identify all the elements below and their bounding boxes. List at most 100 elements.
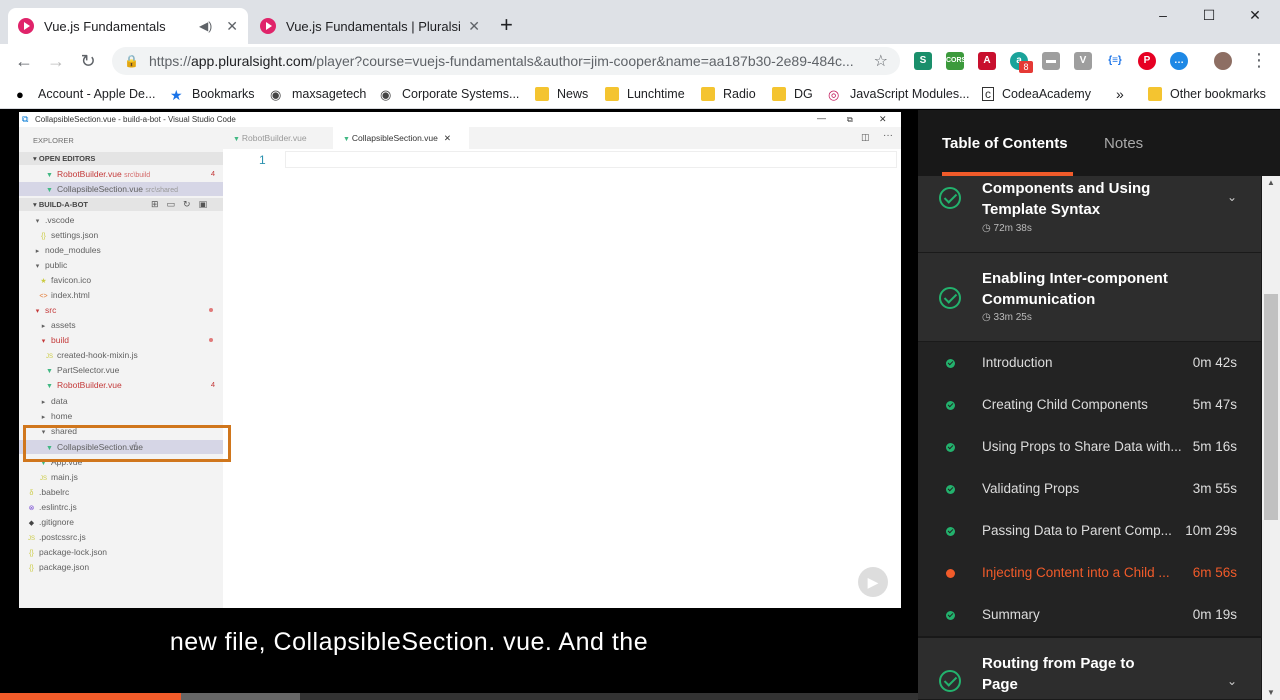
complete-check-icon: [946, 443, 955, 452]
scroll-up-icon[interactable]: ▲: [1267, 178, 1275, 187]
tree-item: ▾ src: [35, 305, 57, 315]
tab-table-of-contents[interactable]: Table of Contents: [942, 135, 1068, 152]
complete-check-icon: [946, 527, 955, 536]
new-tab-button[interactable]: +: [500, 12, 513, 38]
clock-icon: ◷: [982, 312, 994, 323]
clip-item[interactable]: Summary 0m 19s: [918, 594, 1261, 636]
profile-avatar[interactable]: [1214, 52, 1232, 70]
complete-check-icon: [946, 611, 955, 620]
bookmark-item[interactable]: ★ Bookmarks: [170, 84, 255, 104]
tree-item: ◆ .gitignore: [28, 517, 74, 527]
buffered-progress: [181, 693, 300, 700]
bookmark-item[interactable]: ◉ maxsagetech: [270, 84, 366, 104]
bookmark-star-icon[interactable]: ☆: [874, 51, 888, 71]
extension-cors-icon[interactable]: CORS: [946, 52, 966, 70]
url-text[interactable]: https://app.pluralsight.com/player?cours…: [149, 53, 874, 69]
vue-file-icon: ▼: [343, 136, 352, 143]
open-editors-section: ▾ OPEN EDITORS: [19, 152, 223, 165]
tree-item: JS .postcssrc.js: [27, 532, 86, 542]
forward-icon[interactable]: →: [45, 50, 67, 72]
problem-badge: 4: [210, 380, 215, 389]
tree-item: ▾ build: [41, 335, 69, 345]
site-icon: ◎: [828, 87, 840, 102]
star-icon: ★: [170, 87, 183, 103]
vue-file-icon: ▼: [233, 136, 242, 143]
clip-item[interactable]: Using Props to Share Data with... 5m 16s: [918, 426, 1261, 468]
close-tab-icon[interactable]: ✕: [226, 18, 238, 35]
editor-tab-collapsiblesection: ▼ CollapsibleSection.vue ✕: [333, 127, 469, 149]
modified-dot: [209, 308, 213, 312]
toc-tabs: Table of Contents Notes: [918, 110, 1280, 176]
explorer-actions-icon: ⊞▭↻▣: [151, 199, 216, 209]
reload-icon[interactable]: ↻: [77, 50, 99, 72]
line-number: 1: [259, 153, 266, 167]
problem-badge: 4: [210, 169, 215, 178]
vscode-window: ⧉ CollapsibleSection.vue - build-a-bot -…: [19, 112, 901, 608]
vscode-logo-icon: ⧉: [22, 114, 29, 124]
bookmark-item[interactable]: ◉ Corporate Systems...: [380, 84, 519, 104]
module-duration: ◷ 33m 25s: [982, 312, 1032, 323]
bookmark-folder[interactable]: DG: [772, 84, 813, 104]
browser-tab-pluralsight[interactable]: Vue.js Fundamentals | Pluralsight ✕: [250, 8, 490, 44]
back-icon[interactable]: ←: [13, 50, 35, 72]
module-title: Enabling Inter-component Communication: [982, 270, 1168, 308]
tree-item: ▸ home: [41, 411, 73, 421]
tab-notes[interactable]: Notes: [1104, 135, 1143, 152]
maximize-button[interactable]: ☐: [1186, 4, 1232, 26]
complete-check-icon: [946, 485, 955, 494]
clip-item[interactable]: Validating Props 3m 55s: [918, 468, 1261, 510]
clip-item[interactable]: Creating Child Components 5m 47s: [918, 384, 1261, 426]
project-section: ▾ BUILD-A-BOT ⊞▭↻▣: [19, 198, 223, 211]
video-progress-bar[interactable]: [0, 693, 918, 700]
address-bar[interactable]: 🔒 https://app.pluralsight.com/player?cou…: [112, 47, 900, 75]
bookmark-folder[interactable]: Lunchtime: [605, 84, 685, 104]
apple-icon: ●: [16, 87, 24, 102]
close-window-button[interactable]: ✕: [1232, 4, 1278, 26]
module-item[interactable]: Components and Using Template Syntax ◷ 72…: [918, 176, 1261, 253]
tree-item: ▸ assets: [41, 320, 76, 330]
toc-scrollbar-thumb[interactable]: [1264, 294, 1278, 520]
extension-json-icon[interactable]: {≡}: [1106, 52, 1124, 70]
complete-check-icon: [946, 359, 955, 368]
scroll-down-icon[interactable]: ▼: [1267, 688, 1275, 697]
minimize-button[interactable]: –: [1140, 4, 1186, 26]
close-tab-icon[interactable]: ✕: [468, 18, 480, 35]
folder-icon: [1148, 87, 1162, 101]
extension-pdf-icon[interactable]: A: [978, 52, 996, 70]
bookmark-item[interactable]: ◎ JavaScript Modules...: [828, 84, 970, 104]
tree-item: {} package-lock.json: [29, 547, 108, 557]
browser-tab-strip: Vue.js Fundamentals ◀) ✕ Vue.js Fundamen…: [0, 0, 1280, 44]
bookmark-folder[interactable]: News: [535, 84, 588, 104]
chevron-down-icon[interactable]: ⌄: [1227, 190, 1237, 204]
close-tab-icon: ✕: [443, 133, 451, 143]
other-bookmarks-folder[interactable]: Other bookmarks: [1148, 84, 1266, 104]
clip-item-current[interactable]: Injecting Content into a Child ... 6m 56s: [918, 552, 1261, 594]
bookmark-folder[interactable]: Radio: [701, 84, 756, 104]
vs-close-icon: ✕: [879, 114, 887, 124]
folder-icon: [701, 87, 715, 101]
bookmarks-bar: ● Account - Apple De... ★ Bookmarks ◉ maxsa…: [0, 78, 1280, 109]
extension-pinterest-icon[interactable]: P: [1138, 52, 1156, 70]
extension-messenger-icon[interactable]: …: [1170, 52, 1188, 70]
tab-title: Vue.js Fundamentals | Pluralsight: [286, 18, 461, 34]
more-bookmarks-button[interactable]: »: [1116, 84, 1124, 104]
vscode-title: CollapsibleSection.vue - build-a-bot - V…: [35, 115, 236, 124]
bookmark-item[interactable]: c CodeaAcademy: [982, 84, 1091, 104]
module-item[interactable]: Enabling Inter-component Communication ◷ …: [918, 253, 1261, 342]
clip-item[interactable]: Introduction 0m 42s: [918, 342, 1261, 384]
chevron-down-icon[interactable]: ⌄: [1227, 674, 1237, 688]
bookmark-item[interactable]: ● Account - Apple De...: [16, 84, 155, 104]
complete-check-icon: [946, 401, 955, 410]
video-caption: new file, CollapsibleSection. vue. And t…: [169, 628, 649, 656]
tree-item: {} settings.json: [41, 230, 99, 240]
extension-s-icon[interactable]: S: [914, 52, 932, 70]
module-item[interactable]: Routing from Page to Page ⌄: [918, 638, 1261, 700]
open-editor-item: ▼ RobotBuilder.vue src\build: [45, 167, 150, 181]
clip-item[interactable]: Passing Data to Parent Comp... 10m 29s: [918, 510, 1261, 552]
browser-tab-vue-fundamentals[interactable]: Vue.js Fundamentals ◀) ✕: [8, 8, 248, 44]
speaker-icon[interactable]: ◀): [199, 19, 212, 33]
menu-kebab-icon[interactable]: ⋮: [1250, 50, 1268, 71]
extension-comment-icon[interactable]: ▬: [1042, 52, 1060, 70]
extension-vue-devtools-icon[interactable]: V: [1074, 52, 1092, 70]
explorer-heading: EXPLORER: [33, 136, 74, 145]
